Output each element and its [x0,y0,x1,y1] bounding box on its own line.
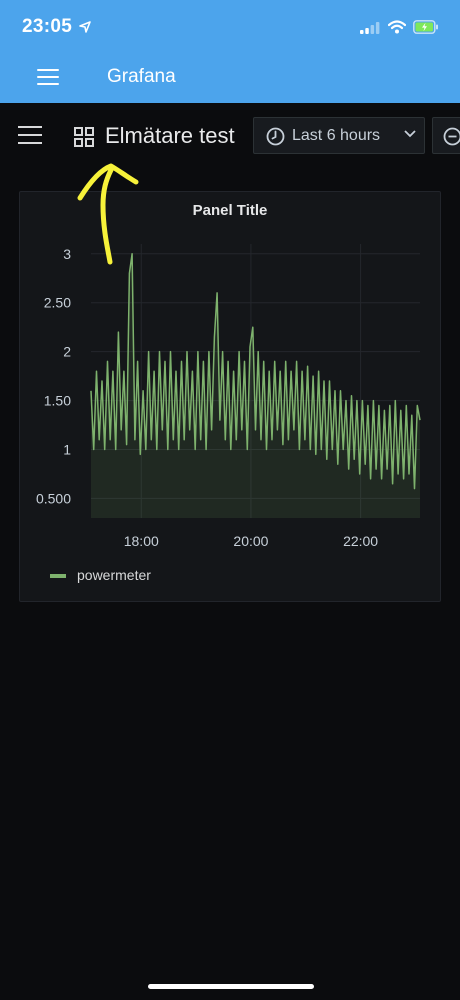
zoom-out-icon [443,127,460,146]
app-header: 23:05 Grafana [0,0,460,103]
y-tick-label: 1 [63,442,71,458]
y-tick-label: 1.50 [44,393,71,409]
y-tick-label: 0.500 [36,490,71,506]
x-tick-label: 20:00 [233,533,268,549]
y-tick-label: 2.50 [44,295,71,311]
dashboard-title[interactable]: Elmätare test [105,123,235,149]
dashboard-grid-icon[interactable] [74,127,94,147]
annotation-arrow [77,163,139,265]
time-range-picker[interactable]: Last 6 hours [253,117,425,154]
x-tick-label: 18:00 [124,533,159,549]
x-tick-label: 22:00 [343,533,378,549]
legend-item-powermeter[interactable]: powermeter [77,567,151,583]
app-title: Grafana [107,66,176,87]
status-time: 23:05 [22,16,73,37]
legend-swatch [50,574,66,578]
home-indicator [148,984,314,989]
menu-icon[interactable] [18,126,42,144]
clock-icon [266,127,285,146]
zoom-out-button[interactable] [432,117,460,154]
wifi-icon [388,20,406,34]
cellular-signal-icon [360,22,380,34]
y-tick-label: 2 [63,344,71,360]
chevron-down-icon [404,130,416,138]
location-arrow-icon [79,21,91,33]
time-range-label: Last 6 hours [292,127,381,144]
battery-charging-icon [413,20,438,34]
app-menu-button[interactable] [37,69,59,85]
